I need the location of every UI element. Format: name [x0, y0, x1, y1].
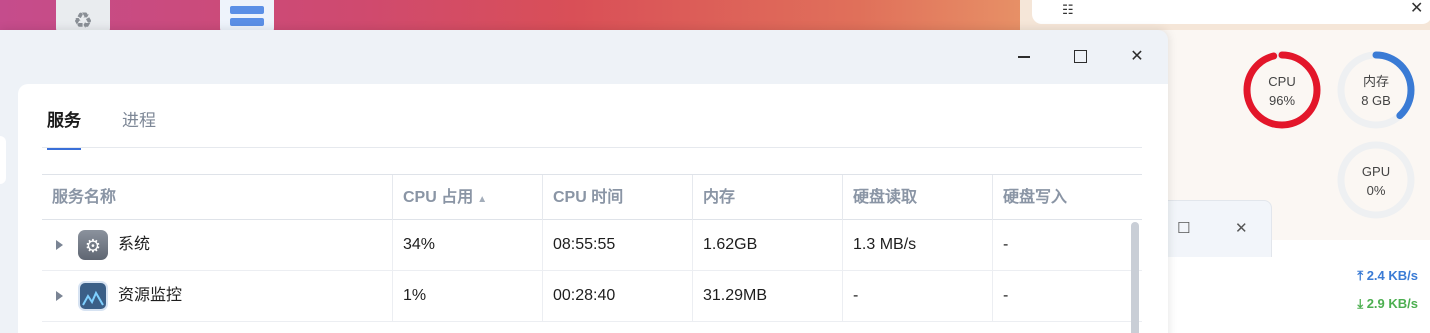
service-name: 资源监控 [118, 287, 183, 304]
minimize-button[interactable] [1010, 44, 1038, 70]
maximize-icon [1073, 50, 1087, 64]
memory-cell: 1.62GB [692, 220, 842, 270]
table-header: 服务名称 CPU 占用 ▲ CPU 时间 内存 硬盘读取 硬盘写入 [42, 174, 1142, 220]
upload-value: 2.4 KB/s [1366, 268, 1418, 283]
tab-services[interactable]: 服务 [47, 106, 81, 150]
disk-read-cell: - [842, 271, 992, 321]
disk-write-cell: - [992, 271, 1142, 321]
maximize-icon[interactable]: ☐ [1177, 219, 1190, 237]
column-cpu-usage[interactable]: CPU 占用 ▲ [392, 175, 542, 220]
column-disk-read[interactable]: 硬盘读取 [842, 175, 992, 220]
window-content: 服务 进程 服务名称 CPU 占用 ▲ CPU 时间 内存 硬盘读取 硬盘写入 ⚙… [18, 84, 1168, 333]
disk-write-cell: - [992, 220, 1142, 270]
sort-icon[interactable]: ▲ [477, 194, 487, 205]
table-row[interactable]: 资源监控 1% 00:28:40 31.29MB - - [42, 271, 1142, 322]
cpu-usage-cell: 34% [392, 220, 542, 270]
services-table: 服务名称 CPU 占用 ▲ CPU 时间 内存 硬盘读取 硬盘写入 ⚙ 系统 34… [42, 174, 1142, 322]
column-label: 硬盘读取 [853, 189, 918, 206]
column-label: 硬盘写入 [1003, 189, 1068, 206]
maximize-button[interactable] [1066, 44, 1094, 70]
gpu-label: GPU [1361, 164, 1391, 179]
scrollbar[interactable] [1131, 222, 1139, 333]
minimize-icon [1018, 56, 1030, 58]
column-service-name[interactable]: 服务名称 [42, 175, 392, 220]
cpu-label: CPU [1268, 74, 1296, 89]
settings-icon[interactable]: ☷ [1062, 2, 1074, 18]
svg-text:⚙: ⚙ [85, 236, 101, 256]
memory-ring: 内存 8 GB [1336, 50, 1416, 130]
column-disk-write[interactable]: 硬盘写入 [992, 175, 1142, 220]
cpu-time-cell: 08:55:55 [542, 220, 692, 270]
background-window: ☐ ✕ [1160, 200, 1273, 333]
column-label: CPU 时间 [553, 189, 624, 206]
upload-arrow-icon: ⤒ [1357, 268, 1364, 283]
download-value: 2.9 KB/s [1366, 296, 1418, 311]
gear-icon: ⚙ [78, 230, 108, 260]
close-icon[interactable]: ✕ [1235, 219, 1248, 237]
column-label: 内存 [703, 189, 736, 206]
cpu-ring: CPU 96% [1242, 50, 1322, 130]
close-icon[interactable]: ✕ [1410, 0, 1423, 18]
service-name: 系统 [118, 236, 151, 253]
memory-value: 8 GB [1361, 93, 1391, 108]
service-name-cell: ⚙ 系统 [42, 220, 392, 270]
memory-cell: 31.29MB [692, 271, 842, 321]
resource-monitor-window: ✕ 服务 进程 服务名称 CPU 占用 ▲ CPU 时间 内存 硬盘读取 硬盘写入… [0, 30, 1168, 333]
gpu-ring: GPU 0% [1336, 140, 1416, 220]
expand-icon[interactable] [56, 291, 63, 301]
table-row[interactable]: ⚙ 系统 34% 08:55:55 1.62GB 1.3 MB/s - [42, 220, 1142, 271]
column-cpu-time[interactable]: CPU 时间 [542, 175, 692, 220]
network-widget: ⤒ 2.4 KB/s ⤓ 2.9 KB/s [1272, 240, 1430, 333]
column-memory[interactable]: 内存 [692, 175, 842, 220]
side-panel-edge [0, 136, 6, 184]
upload-speed: ⤒ 2.4 KB/s [1357, 268, 1418, 284]
download-speed: ⤓ 2.9 KB/s [1357, 296, 1418, 312]
cpu-value: 96% [1268, 93, 1296, 108]
tab-processes[interactable]: 进程 [122, 106, 156, 148]
close-button[interactable]: ✕ [1123, 44, 1151, 70]
cpu-time-cell: 00:28:40 [542, 271, 692, 321]
column-label: 服务名称 [52, 189, 117, 206]
column-label: CPU 占用 [403, 189, 474, 206]
monitor-icon [78, 281, 108, 311]
close-icon: ✕ [1130, 48, 1144, 65]
gpu-value: 0% [1366, 183, 1386, 198]
cpu-usage-cell: 1% [392, 271, 542, 321]
download-arrow-icon: ⤓ [1357, 296, 1364, 311]
memory-label: 内存 [1362, 74, 1389, 89]
disk-read-cell: 1.3 MB/s [842, 220, 992, 270]
service-name-cell: 资源监控 [42, 271, 392, 321]
expand-icon[interactable] [56, 240, 63, 250]
widget-header: ☷ ✕ [1032, 0, 1430, 24]
tab-bar: 服务 进程 [42, 84, 1142, 150]
